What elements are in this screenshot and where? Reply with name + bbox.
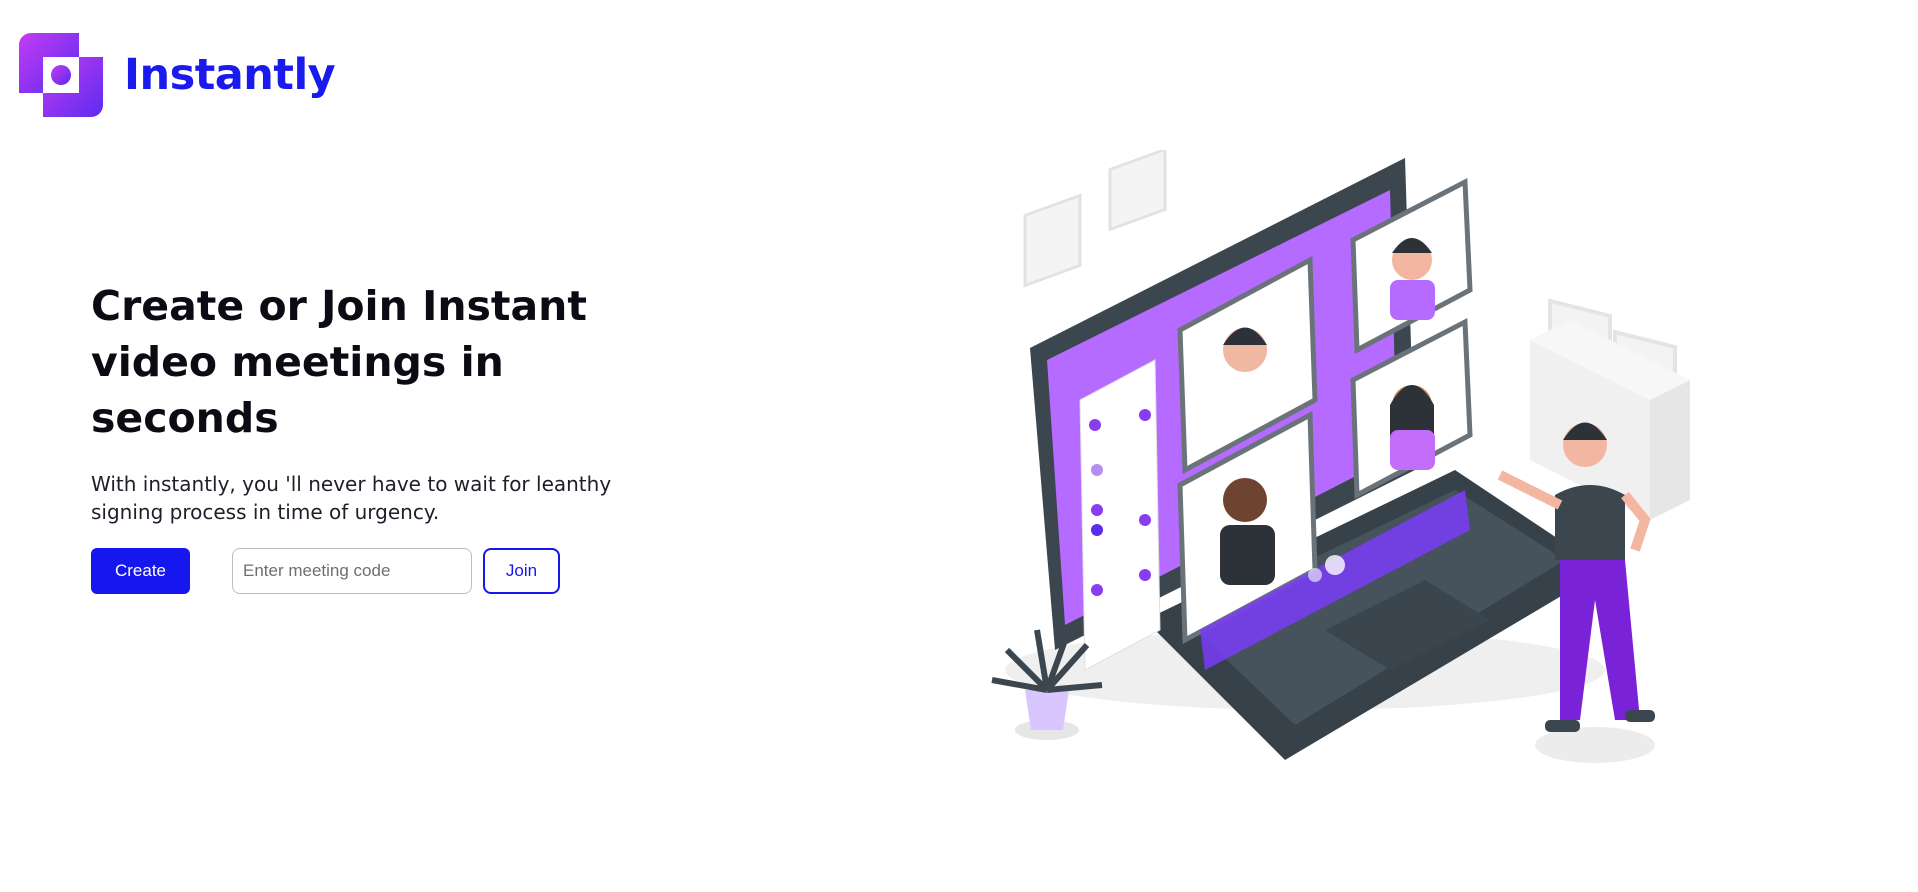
headline-line-1: Create or Join Instant	[91, 282, 587, 330]
hero-subtext: With instantly, you 'll never have to wa…	[91, 472, 612, 524]
wall-frame-icon	[1023, 150, 1167, 288]
plant-icon	[991, 629, 1103, 740]
hero-section: Create or Join Instant video meetings in…	[91, 278, 691, 526]
brand: Instantly	[19, 33, 336, 117]
headline-line-2: video meetings in seconds	[91, 338, 504, 442]
chat-panel	[1079, 359, 1161, 671]
headline: Create or Join Instant video meetings in…	[91, 278, 651, 446]
video-conference-illustration	[991, 150, 1690, 763]
meeting-code-input[interactable]	[232, 548, 472, 594]
brand-name: Instantly	[124, 50, 336, 100]
square-frame-logo-icon	[19, 33, 103, 117]
join-button[interactable]: Join	[483, 548, 560, 594]
create-button[interactable]: Create	[91, 548, 190, 594]
meeting-actions: Create Join	[91, 548, 560, 594]
